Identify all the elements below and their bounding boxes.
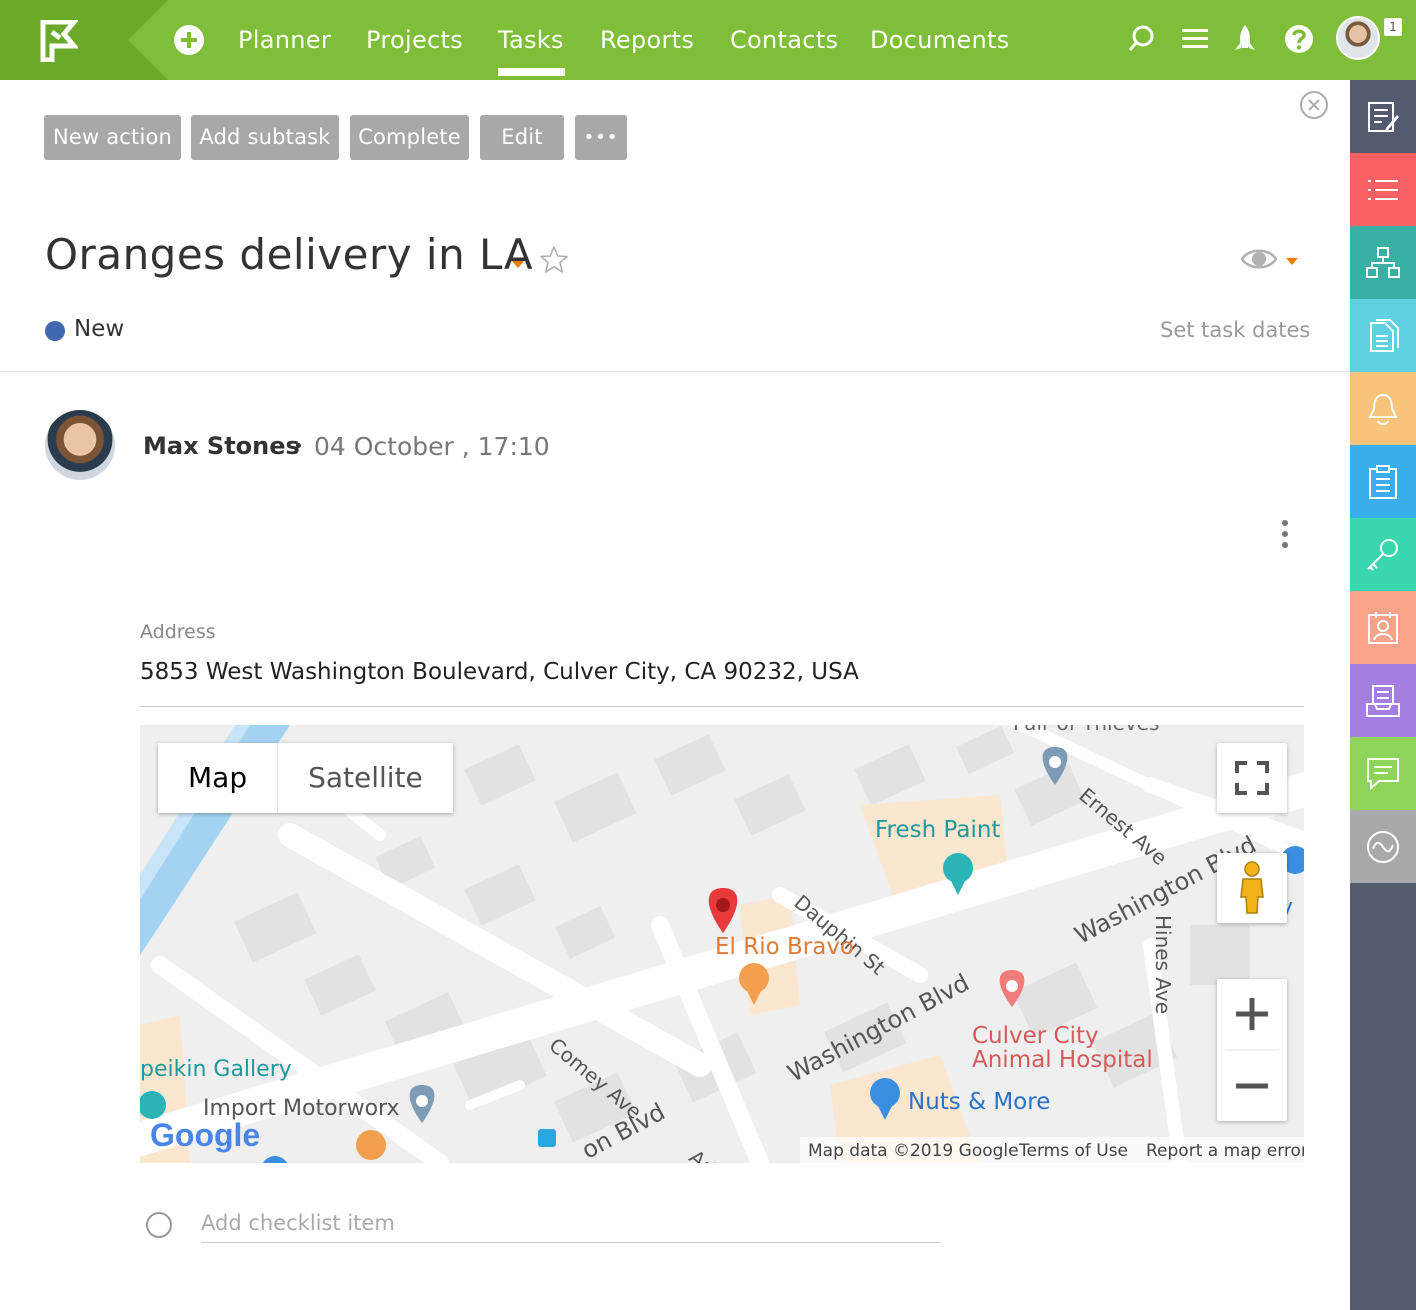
sidebar-item-hierarchy[interactable] <box>1350 226 1416 299</box>
map-label-animal-hospital[interactable]: Animal Hospital <box>972 1047 1153 1073</box>
map-label-peikin-gallery[interactable]: peikin Gallery <box>140 1057 292 1082</box>
chat-icon <box>1367 757 1399 790</box>
sidebar-item-tasks[interactable] <box>1350 445 1416 518</box>
sidebar-item-inbox[interactable] <box>1350 664 1416 737</box>
google-logo[interactable]: Google <box>150 1117 260 1154</box>
address-underline <box>140 706 1304 707</box>
notification-badge[interactable]: 1 <box>1384 18 1402 36</box>
map-label-nuts-more[interactable]: Nuts & More <box>908 1089 1050 1115</box>
help-icon[interactable] <box>1284 24 1314 54</box>
task-title[interactable]: Oranges delivery in LA <box>45 230 533 279</box>
sidebar-item-notes[interactable] <box>1350 80 1416 153</box>
nav-projects[interactable]: Projects <box>366 26 463 54</box>
fullscreen-icon <box>1235 761 1269 795</box>
zoom-control <box>1217 979 1287 1121</box>
more-options-icon[interactable] <box>1282 520 1290 553</box>
more-button[interactable]: ••• <box>575 115 627 160</box>
nav-active-indicator <box>498 68 565 76</box>
nav-planner[interactable]: Planner <box>238 26 331 54</box>
address-label: Address <box>140 621 216 643</box>
sidebar-item-documents[interactable] <box>1350 299 1416 372</box>
right-sidebar <box>1350 80 1416 1310</box>
add-new-icon[interactable] <box>174 25 204 55</box>
address-value: 5853 West Washington Boulevard, Culver C… <box>140 659 859 685</box>
key-icon <box>1367 538 1398 571</box>
checklist-input[interactable]: Add checklist item <box>201 1211 395 1235</box>
map-type-satellite-button[interactable]: Satellite <box>278 743 453 813</box>
separator-dot <box>296 443 301 448</box>
author-avatar <box>45 410 115 480</box>
zoom-out-button[interactable] <box>1217 1050 1287 1121</box>
notes-icon <box>1368 101 1399 132</box>
user-avatar[interactable] <box>1336 16 1380 60</box>
map-label-fresh-paint[interactable]: Fresh Paint <box>875 817 1000 843</box>
nav-reports[interactable]: Reports <box>600 26 694 54</box>
list-icon <box>1368 179 1398 200</box>
nav-tasks[interactable]: Tasks <box>498 26 564 54</box>
pegman-icon[interactable] <box>1217 853 1287 923</box>
author-name[interactable]: Max Stones <box>143 432 300 460</box>
documents-icon <box>1370 318 1399 352</box>
map-label-pair-of-thieves: Pair of Thieves <box>1013 725 1160 735</box>
bell-icon <box>1368 393 1398 425</box>
new-action-button[interactable]: New action <box>44 115 181 160</box>
top-navigation-bar: Planner Projects Tasks Reports Contacts … <box>0 0 1416 80</box>
inbox-icon <box>1366 684 1400 717</box>
sidebar-item-contacts[interactable] <box>1350 591 1416 664</box>
clipboard-icon <box>1369 464 1397 499</box>
sidebar-item-keys[interactable] <box>1350 518 1416 591</box>
sidebar-item-activity[interactable] <box>1350 810 1416 883</box>
star-icon[interactable] <box>539 245 569 275</box>
sidebar-item-chat[interactable] <box>1350 737 1416 810</box>
search-icon[interactable] <box>1128 24 1156 54</box>
set-task-dates-link[interactable]: Set task dates <box>1160 318 1310 342</box>
checklist-underline <box>201 1242 940 1243</box>
map-view[interactable]: Pair of Thieves Ernest Ave Fresh Paint W… <box>140 725 1304 1163</box>
street-view-button[interactable] <box>1217 853 1287 923</box>
rocket-icon[interactable] <box>1233 24 1257 56</box>
sidebar-item-notifications[interactable] <box>1350 372 1416 445</box>
add-subtask-button[interactable]: Add subtask <box>191 115 339 160</box>
hierarchy-icon <box>1366 246 1400 278</box>
map-label-hines-ave: Hines Ave <box>1151 915 1175 1015</box>
map-data-credit: Map data ©2019 Google <box>808 1141 1019 1161</box>
fullscreen-button[interactable] <box>1217 743 1287 813</box>
edit-button[interactable]: Edit <box>480 115 564 160</box>
logo-area <box>0 0 168 80</box>
zoom-in-button[interactable] <box>1217 979 1287 1050</box>
comment-date: 04 October , 17:10 <box>314 432 550 461</box>
divider <box>0 371 1350 372</box>
close-icon[interactable] <box>1300 91 1328 119</box>
eye-dropdown-icon[interactable] <box>1286 258 1298 265</box>
eye-icon[interactable] <box>1240 246 1278 272</box>
map-terms-link[interactable]: Terms of Use <box>1019 1141 1128 1161</box>
complete-button[interactable]: Complete <box>350 115 469 160</box>
activity-icon <box>1367 830 1399 863</box>
map-type-map-button[interactable]: Map <box>158 743 279 813</box>
status-dot <box>45 321 65 341</box>
map-label-culver-city[interactable]: Culver City <box>972 1023 1099 1049</box>
map-label-el-rio-bravo[interactable]: El Rio Bravo <box>715 934 854 960</box>
title-dropdown-icon[interactable] <box>512 261 524 268</box>
nav-contacts[interactable]: Contacts <box>730 26 838 54</box>
checklist-checkbox[interactable] <box>146 1212 172 1238</box>
sidebar-item-list[interactable] <box>1350 153 1416 226</box>
contact-card-icon <box>1368 611 1398 644</box>
map-type-control: Map Satellite <box>158 743 453 813</box>
map-report-error-link[interactable]: Report a map error <box>1146 1141 1304 1161</box>
nav-documents[interactable]: Documents <box>870 26 1010 54</box>
status-label[interactable]: New <box>74 316 124 342</box>
flag-logo-icon[interactable] <box>40 20 78 62</box>
menu-icon[interactable] <box>1181 24 1209 54</box>
